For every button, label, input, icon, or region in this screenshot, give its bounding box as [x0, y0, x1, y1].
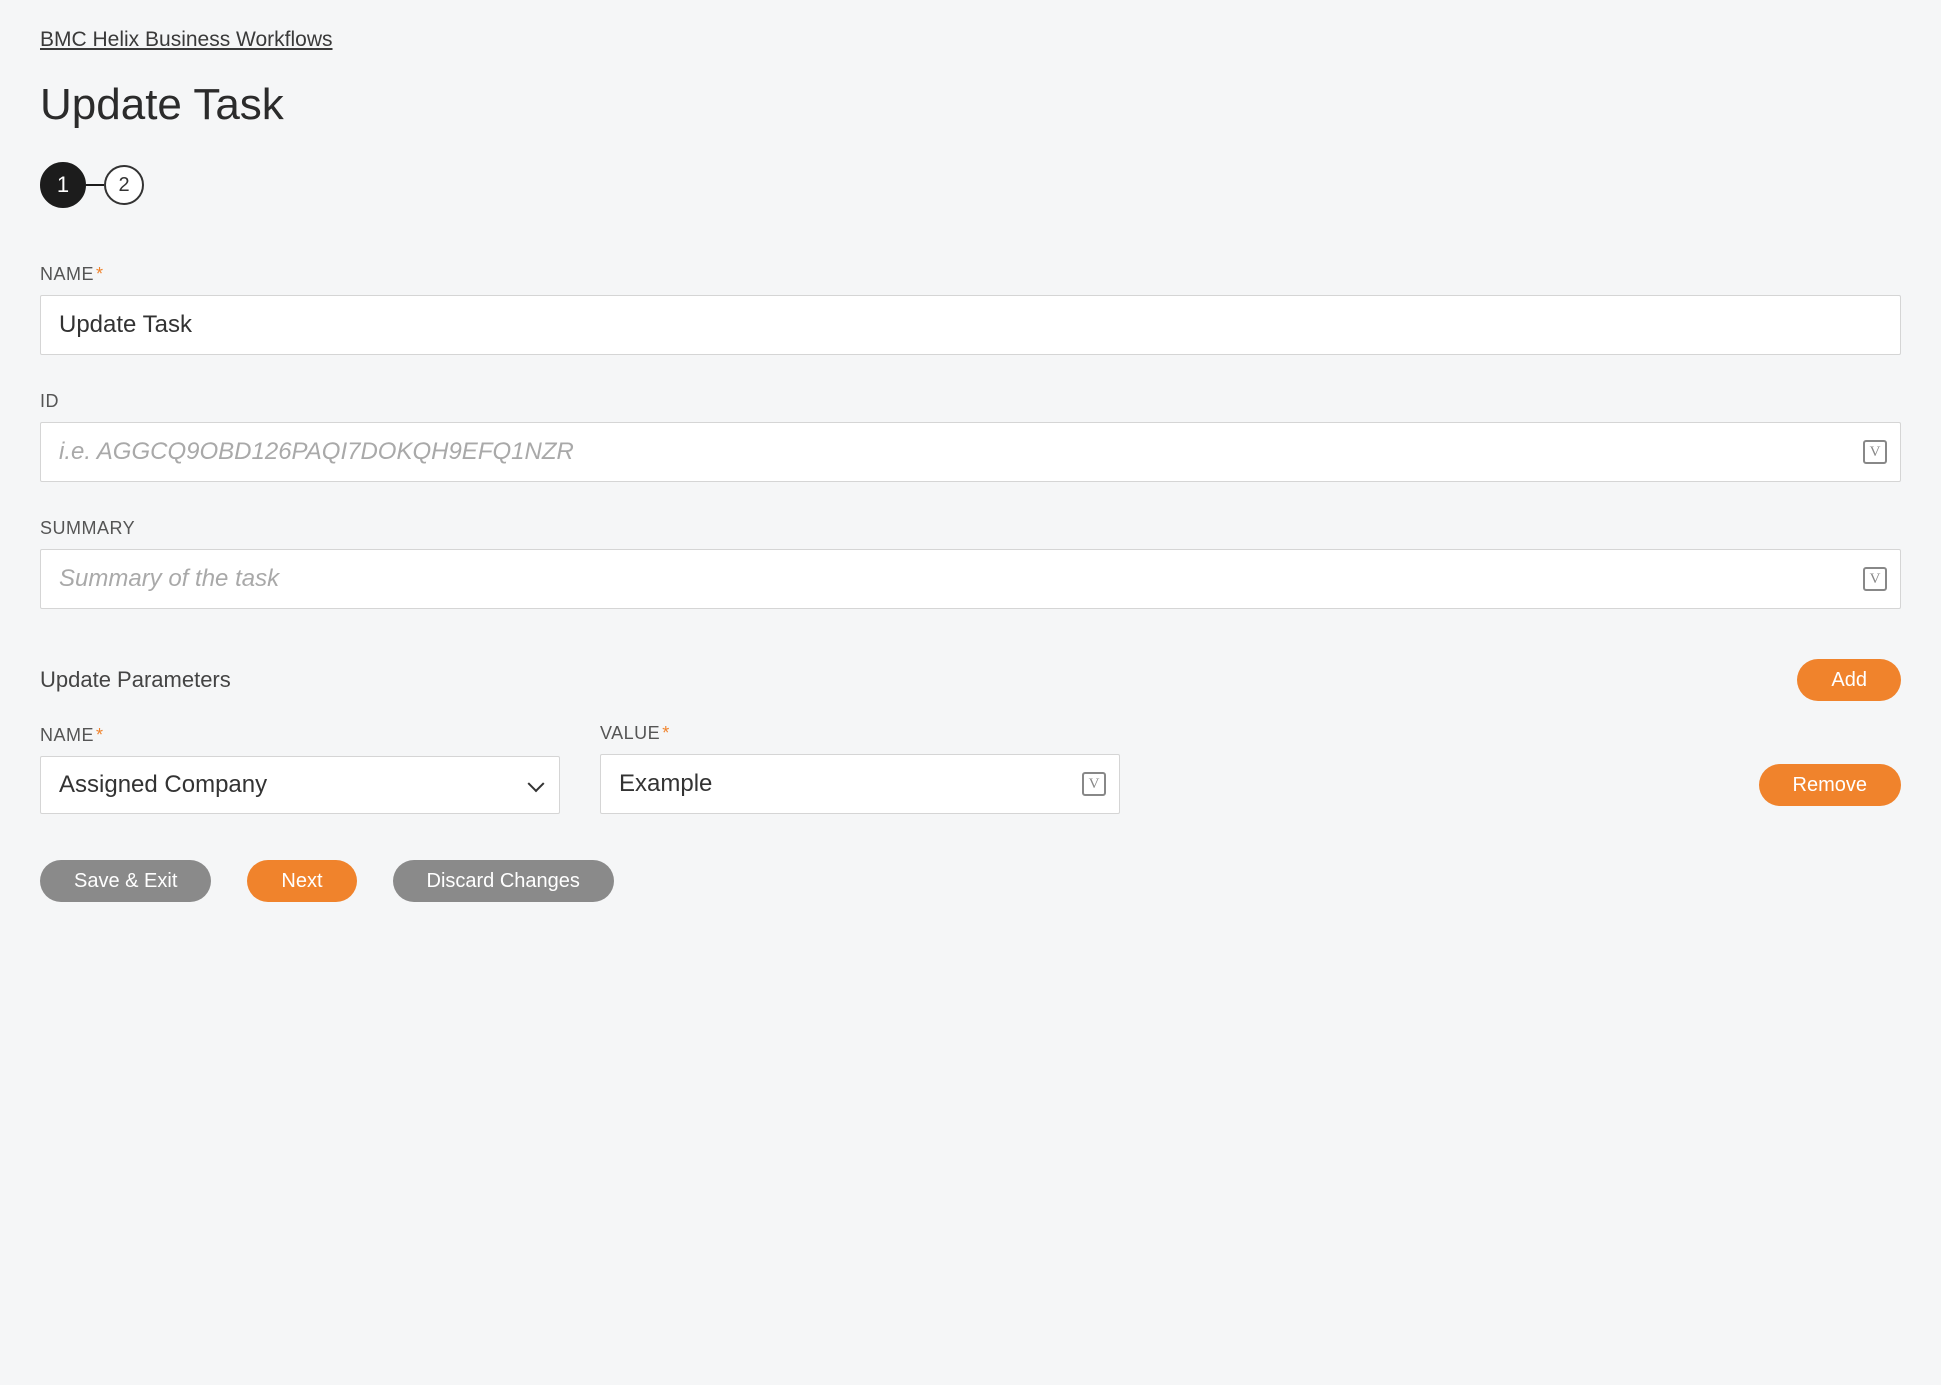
save-exit-button[interactable]: Save & Exit	[40, 860, 211, 902]
param-value-label-text: VALUE	[600, 723, 660, 743]
next-button[interactable]: Next	[247, 860, 356, 902]
variable-picker-icon[interactable]: V	[1082, 772, 1106, 796]
param-name-select[interactable]: Assigned Company	[40, 756, 560, 814]
variable-picker-icon[interactable]: V	[1863, 440, 1887, 464]
step-connector	[86, 184, 104, 186]
discard-changes-button[interactable]: Discard Changes	[393, 860, 614, 902]
add-parameter-button[interactable]: Add	[1797, 659, 1901, 701]
name-label: NAME*	[40, 264, 1901, 285]
id-input[interactable]	[40, 422, 1901, 482]
required-asterisk: *	[96, 264, 104, 284]
param-name-label-text: NAME	[40, 725, 94, 745]
stepper: 1 2	[40, 162, 1901, 208]
page-title: Update Task	[40, 80, 1901, 130]
required-asterisk: *	[96, 725, 104, 745]
update-parameters-title: Update Parameters	[40, 667, 231, 693]
variable-picker-icon[interactable]: V	[1863, 567, 1887, 591]
id-label: ID	[40, 391, 1901, 412]
param-value-label: VALUE*	[600, 723, 1120, 744]
remove-parameter-button[interactable]: Remove	[1759, 764, 1901, 806]
name-input[interactable]	[40, 295, 1901, 355]
param-name-selected: Assigned Company	[59, 771, 267, 799]
name-label-text: NAME	[40, 264, 94, 284]
param-value-input[interactable]	[600, 754, 1120, 814]
required-asterisk: *	[662, 723, 670, 743]
parameter-row: NAME* Assigned Company VALUE* V Remove	[40, 723, 1901, 814]
breadcrumb[interactable]: BMC Helix Business Workflows	[40, 28, 333, 52]
summary-label: SUMMARY	[40, 518, 1901, 539]
step-2[interactable]: 2	[104, 165, 144, 205]
summary-input[interactable]	[40, 549, 1901, 609]
step-1[interactable]: 1	[40, 162, 86, 208]
param-name-label: NAME*	[40, 725, 560, 746]
